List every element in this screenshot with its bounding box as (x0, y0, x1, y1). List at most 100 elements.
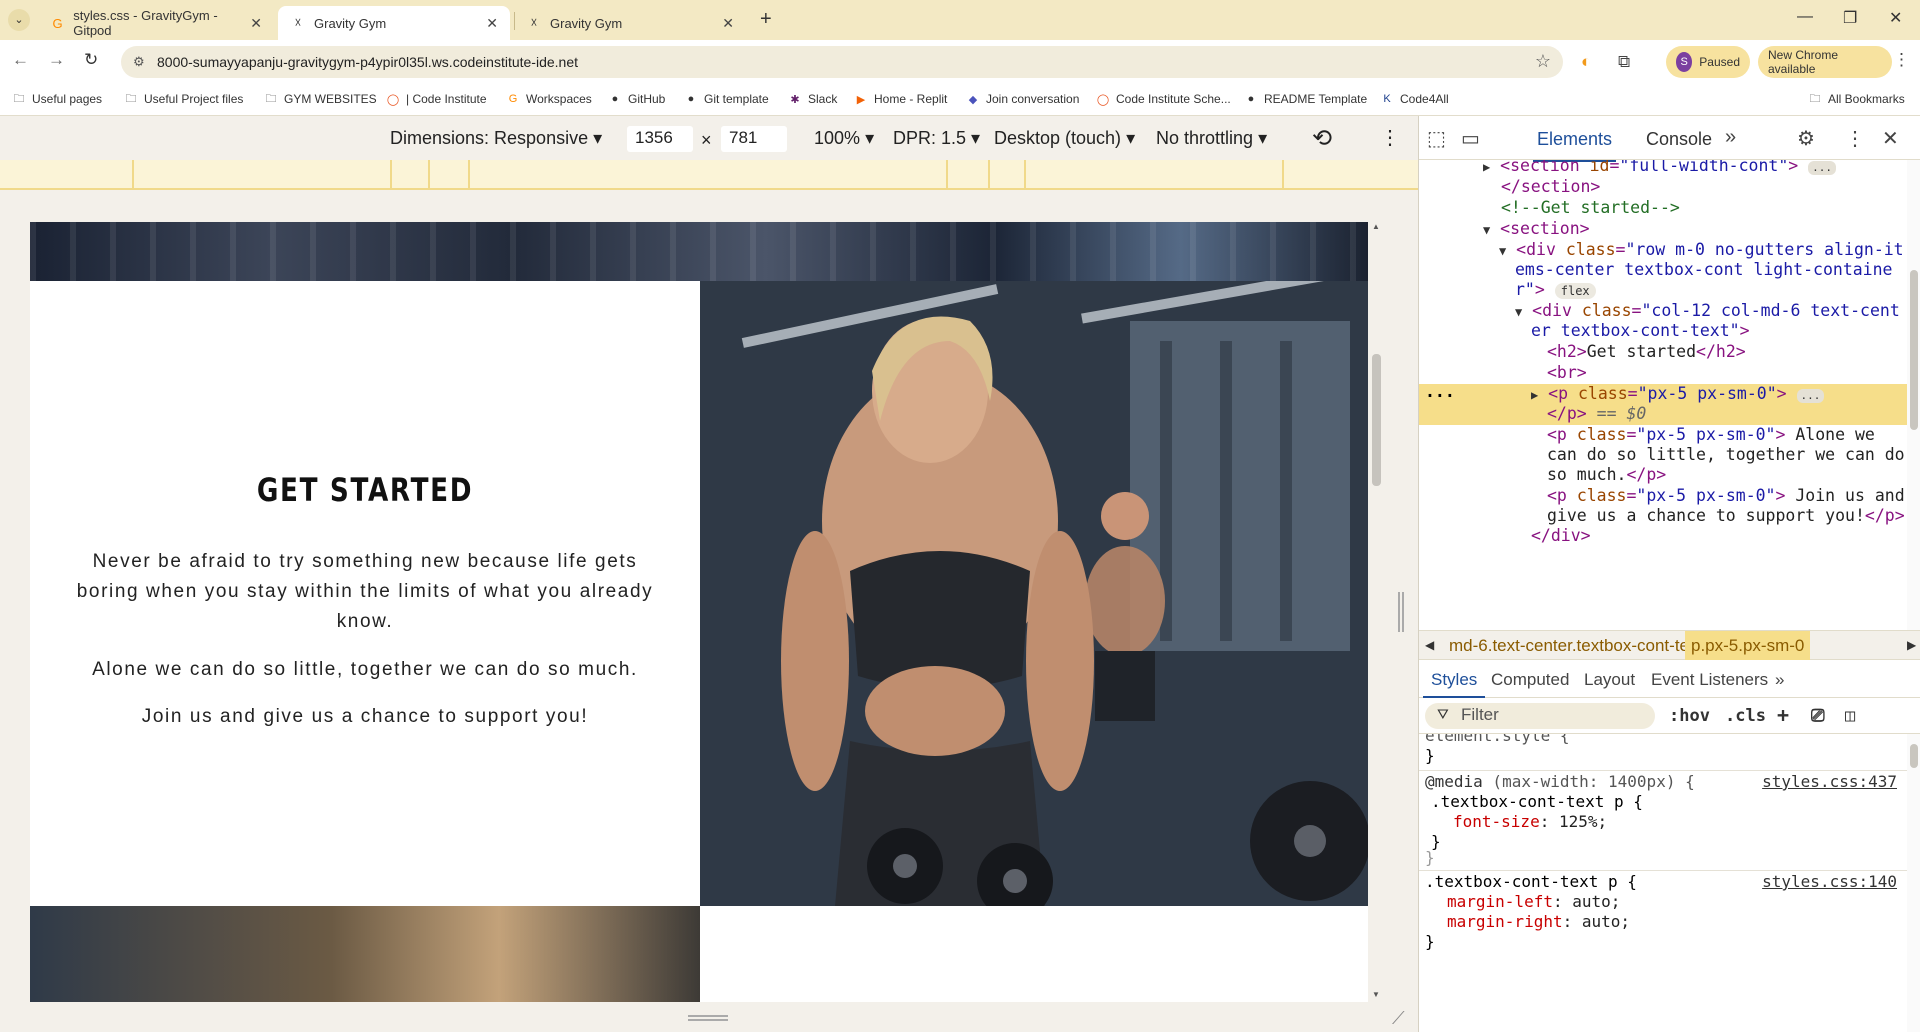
rotate-icon[interactable]: ⟲ (1312, 124, 1332, 153)
tab-console[interactable]: Console (1646, 129, 1712, 150)
tab-event-listeners[interactable]: Event Listeners (1651, 670, 1768, 690)
bookmark-item[interactable]: ● GitHub (608, 92, 666, 106)
dom-node-section[interactable]: ▼ <section> (1419, 219, 1907, 241)
minimize-icon[interactable]: — (1797, 8, 1813, 26)
media-query-marker[interactable] (132, 160, 134, 188)
more-subtabs-chevron-icon[interactable]: » (1775, 670, 1784, 690)
extension-gitpod-icon[interactable]: ◐ (1581, 52, 1591, 72)
css-declaration[interactable]: font-size: 125%; (1453, 812, 1607, 832)
update-chrome-button[interactable]: New Chrome available (1758, 46, 1892, 78)
tab-gravity-gym-active[interactable]: ☓ Gravity Gym ✕ (278, 6, 510, 40)
media-query-marker[interactable] (428, 160, 430, 188)
forward-arrow-icon[interactable]: → (48, 50, 65, 70)
dom-node-p-join[interactable]: <p class="px-5 px-sm-0"> Join us and (1419, 486, 1907, 507)
dom-node-close-section[interactable]: </section> (1419, 177, 1907, 198)
dom-tree[interactable]: ▶ <section id="full-width-cont"> ... </s… (1419, 160, 1907, 630)
media-query-marker[interactable] (946, 160, 948, 188)
breadcrumb-right-arrow-icon[interactable]: ▶ (1907, 638, 1916, 652)
dom-node-br[interactable]: <br> (1419, 363, 1907, 384)
close-icon[interactable]: ✕ (250, 15, 262, 32)
tab-styles[interactable]: Styles (1422, 670, 1486, 698)
tab-styles-css[interactable]: G styles.css - GravityGym - Gitpod ✕ (38, 6, 274, 40)
scrollbar-thumb[interactable] (1910, 744, 1918, 768)
source-link[interactable]: styles.css:140 (1762, 872, 1897, 892)
tab-gravity-gym[interactable]: ☓ Gravity Gym ✕ (514, 6, 746, 40)
dom-node-comment[interactable]: <!--Get started--> (1419, 198, 1907, 219)
gutter-dots[interactable]: ... (1425, 382, 1455, 403)
bookmark-item[interactable]: 🗀 Useful Project files (124, 92, 244, 106)
close-icon[interactable]: ✕ (486, 15, 498, 32)
extensions-puzzle-icon[interactable]: ⧉ (1618, 52, 1630, 72)
sidebar-toggle-icon[interactable]: ◫ (1845, 706, 1855, 726)
tab-elements[interactable]: Elements (1532, 129, 1617, 162)
all-bookmarks-button[interactable]: 🗀 All Bookmarks (1808, 92, 1905, 106)
hov-toggle[interactable]: :hov (1669, 706, 1710, 726)
back-arrow-icon[interactable]: ← (12, 50, 29, 70)
scroll-up-arrow-icon[interactable]: ▲ (1372, 222, 1380, 231)
reload-icon[interactable]: ↻ (84, 50, 98, 70)
bottom-resize-handle[interactable] (688, 1015, 728, 1021)
width-input[interactable]: 1356 (627, 126, 693, 152)
breadcrumb-item-selected[interactable]: p.px-5.px-sm-0 (1685, 631, 1811, 660)
kebab-menu-icon[interactable]: ⋮ (1893, 50, 1910, 70)
media-query-marker[interactable] (1024, 160, 1026, 188)
bookmark-item[interactable]: ▶ Home - Replit (854, 92, 948, 106)
bookmark-item[interactable]: ◯ Code Institute Sche... (1096, 92, 1231, 106)
source-link[interactable]: styles.css:437 (1762, 772, 1897, 792)
collapse-triangle-icon[interactable]: ▼ (1483, 223, 1490, 237)
media-rule[interactable]: @media (max-width: 1400px) { (1425, 772, 1695, 792)
scrollbar-thumb[interactable] (1372, 354, 1381, 486)
collapse-triangle-icon[interactable]: ▼ (1515, 305, 1522, 319)
element-style-selector[interactable]: element.style { (1425, 734, 1570, 746)
paint-brush-icon[interactable]: ⎚ (1811, 706, 1825, 726)
css-declaration[interactable]: margin-right: auto; (1447, 912, 1630, 932)
dom-node-selected-p[interactable]: ... ▶ <p class="px-5 px-sm-0"> ... </p> … (1419, 382, 1907, 425)
bookmark-item[interactable]: 🗀 Useful pages (12, 92, 103, 106)
breadcrumb-left-arrow-icon[interactable]: ◀ (1425, 638, 1434, 652)
tab-layout[interactable]: Layout (1584, 670, 1635, 690)
bookmark-item[interactable]: K Code4All (1380, 92, 1448, 106)
dpr-dropdown[interactable]: DPR: 1.5 ▾ (893, 128, 980, 149)
more-tabs-chevron-icon[interactable]: » (1725, 126, 1736, 149)
media-query-marker[interactable] (988, 160, 990, 188)
height-input[interactable]: 781 (721, 126, 787, 152)
dom-node-p-alone[interactable]: <p class="px-5 px-sm-0"> Alone we (1419, 425, 1907, 446)
dom-node-col-div[interactable]: ▼ <div class="col-12 col-md-6 text-cent (1419, 301, 1907, 323)
dom-node-row-div[interactable]: ▼ <div class="row m-0 no-gutters align-i… (1419, 240, 1907, 262)
device-more-icon[interactable]: ⋮ (1380, 125, 1400, 150)
bookmark-item[interactable]: G Workspaces (506, 92, 592, 106)
dom-node-section-full-width[interactable]: ▶ <section id="full-width-cont"> ... (1419, 160, 1907, 178)
dimensions-dropdown[interactable]: Dimensions: Responsive ▾ (390, 128, 602, 149)
viewport-scrollbar[interactable]: ▲ ▼ (1370, 222, 1382, 1002)
devtools-close-icon[interactable]: ✕ (1882, 126, 1899, 151)
dom-node-close-div[interactable]: </div> (1419, 526, 1907, 547)
bookmark-star-icon[interactable]: ☆ (1535, 51, 1551, 72)
scrollbar-thumb[interactable] (1910, 270, 1918, 430)
site-settings-icon[interactable]: ⚙ (133, 54, 145, 70)
throttling-dropdown[interactable]: No throttling ▾ (1156, 128, 1267, 149)
new-style-rule-plus-icon[interactable]: + (1777, 703, 1789, 727)
css-declaration[interactable]: margin-left: auto; (1447, 892, 1620, 912)
collapsed-ellipsis[interactable]: ... (1796, 389, 1825, 403)
media-query-marker[interactable] (1282, 160, 1284, 188)
rule-selector[interactable]: .textbox-cont-text p { (1425, 872, 1637, 892)
device-type-dropdown[interactable]: Desktop (touch) ▾ (994, 128, 1135, 149)
media-query-bar[interactable] (0, 160, 1418, 190)
expand-triangle-icon[interactable]: ▶ (1483, 160, 1490, 174)
styles-scrollbar[interactable] (1907, 734, 1920, 1032)
styles-filter-input[interactable]: ⛛ Filter (1425, 703, 1655, 729)
styles-pane[interactable]: element.style { } @media (max-width: 140… (1419, 734, 1907, 1032)
media-query-marker[interactable] (390, 160, 392, 188)
expand-triangle-icon[interactable]: ▶ (1531, 388, 1538, 402)
dom-scrollbar[interactable] (1907, 160, 1920, 630)
close-icon[interactable]: ✕ (722, 15, 734, 32)
bookmark-item[interactable]: 🗀 GYM WEBSITES (264, 92, 377, 106)
flex-badge[interactable]: flex (1554, 283, 1596, 299)
collapse-triangle-icon[interactable]: ▼ (1499, 244, 1506, 258)
window-close-icon[interactable]: ✕ (1889, 8, 1902, 28)
bookmark-item[interactable]: ✱ Slack (788, 92, 837, 106)
profile-button[interactable]: S Paused (1666, 46, 1750, 78)
bookmark-item[interactable]: ● Git template (684, 92, 769, 106)
bookmark-item[interactable]: ◯ | Code Institute (386, 92, 487, 106)
tab-computed[interactable]: Computed (1491, 670, 1569, 690)
